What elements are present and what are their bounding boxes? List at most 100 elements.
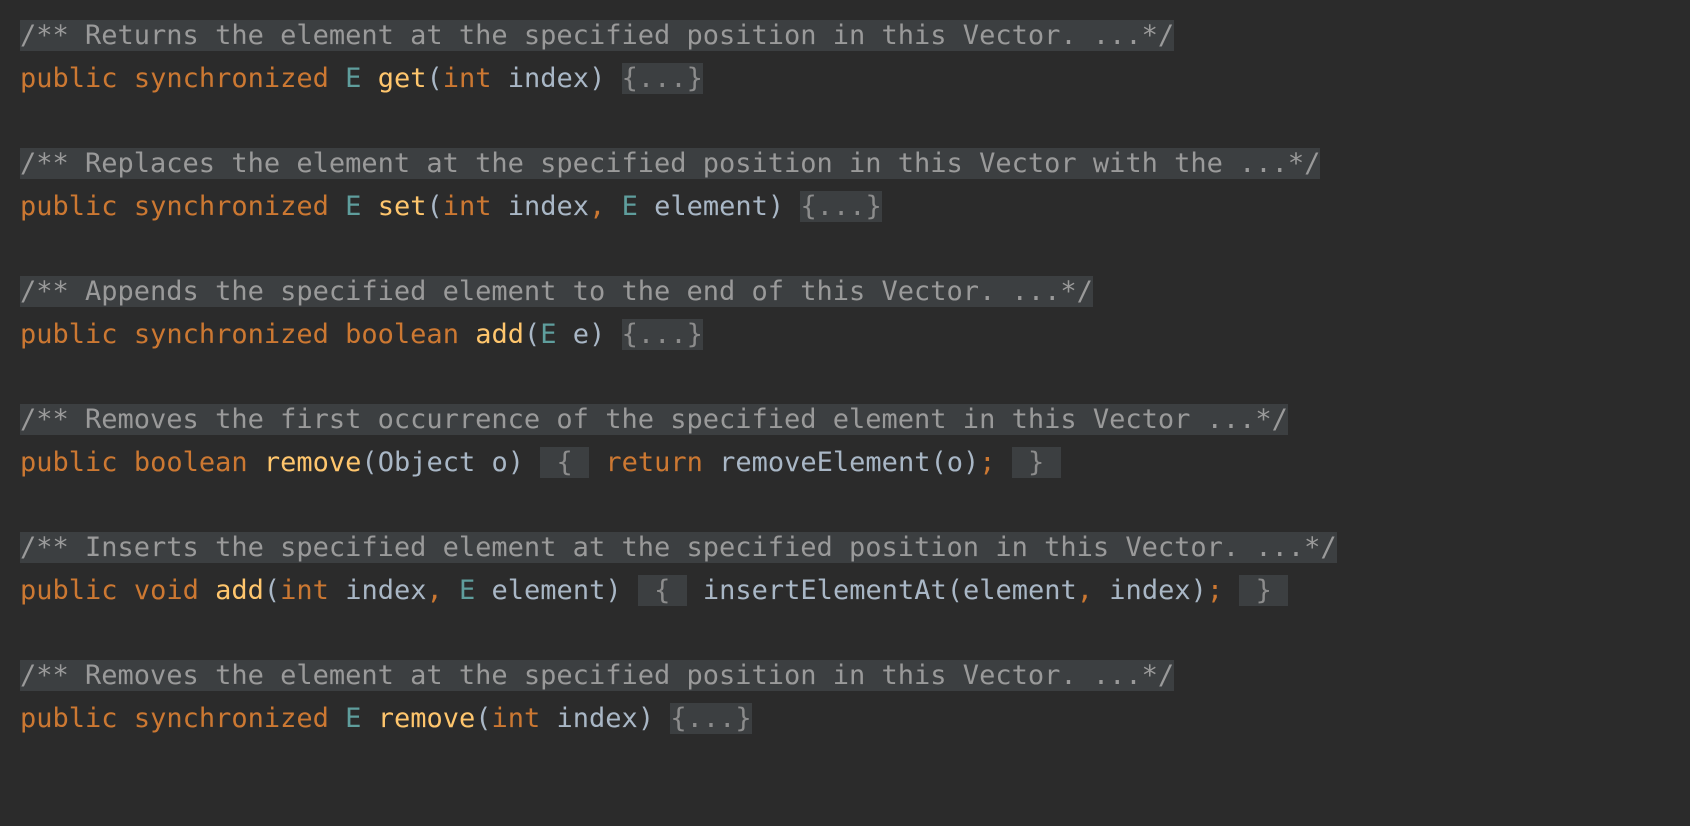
type-token: E: [621, 191, 638, 222]
folded-method-body[interactable]: {...}: [670, 703, 752, 734]
punctuation-token: ,: [426, 575, 443, 606]
code-line-method-declaration[interactable]: public synchronized E get(int index) {..…: [0, 57, 1690, 100]
type-token: E: [540, 319, 557, 350]
folded-javadoc-comment-line[interactable]: /** Replaces the element at the specifie…: [0, 142, 1690, 185]
folded-method-body[interactable]: {...}: [621, 319, 703, 350]
identifier-token: insertElementAt(element: [686, 575, 1077, 606]
folded-method-body[interactable]: {...}: [621, 63, 703, 94]
type-token: E: [459, 575, 476, 606]
identifier-token: [329, 191, 345, 222]
punctuation-token: ,: [589, 191, 606, 222]
type-token: E: [345, 191, 362, 222]
folded-javadoc-comment-line[interactable]: /** Appends the specified element to the…: [0, 270, 1690, 313]
keyword-token: boolean: [345, 319, 459, 350]
code-line-method-declaration[interactable]: public synchronized E remove(int index) …: [0, 697, 1690, 740]
code-line-method-declaration[interactable]: public synchronized E set(int index, E e…: [0, 185, 1690, 228]
code-line-method-declaration[interactable]: public void add(int index, E element) { …: [0, 569, 1690, 612]
folded-javadoc-text[interactable]: /** Replaces the element at the specifie…: [20, 148, 1321, 179]
identifier-token: (: [361, 447, 378, 478]
punctuation-token: ;: [1206, 575, 1224, 606]
identifier-token: (: [263, 575, 281, 606]
keyword-token: int: [491, 703, 541, 734]
code-line-blank[interactable]: [0, 484, 1690, 526]
keyword-token: int: [280, 575, 329, 606]
keyword-token: synchronized: [133, 319, 329, 350]
keyword-token: public: [20, 703, 118, 734]
keyword-token: synchronized: [133, 63, 329, 94]
identifier-token: ): [767, 191, 785, 222]
method-name-token: set: [377, 191, 427, 222]
identifier-token: [784, 191, 800, 222]
identifier-token: [524, 447, 540, 478]
method-name-token: add: [215, 575, 264, 606]
keyword-token: public: [20, 191, 118, 222]
folded-javadoc-comment-line[interactable]: /** Removes the element at the specified…: [0, 654, 1690, 697]
folded-javadoc-text[interactable]: /** Returns the element at the specified…: [20, 20, 1175, 51]
folded-brace[interactable]: {: [540, 447, 590, 478]
identifier-token: [995, 447, 1011, 478]
identifier-token: [118, 63, 134, 94]
identifier-token: [459, 319, 475, 350]
identifier-token: element: [475, 575, 606, 606]
identifier-token: [248, 447, 264, 478]
identifier-token: ): [589, 63, 606, 94]
identifier-token: (: [426, 191, 443, 222]
keyword-token: int: [442, 191, 492, 222]
folded-brace[interactable]: }: [1239, 575, 1289, 606]
code-line-method-declaration[interactable]: public synchronized boolean add(E e) {..…: [0, 313, 1690, 356]
keyword-token: public: [20, 63, 118, 94]
keyword-token: public: [20, 447, 118, 478]
identifier-token: [199, 575, 215, 606]
folded-javadoc-text[interactable]: /** Inserts the specified element at the…: [20, 532, 1337, 563]
identifier-token: removeElement(o): [702, 447, 980, 478]
identifier-token: [118, 447, 134, 478]
keyword-token: void: [133, 575, 199, 606]
folded-javadoc-comment-line[interactable]: /** Removes the first occurrence of the …: [0, 398, 1690, 441]
identifier-token: [443, 575, 459, 606]
keyword-token: boolean: [133, 447, 248, 478]
folded-javadoc-comment-line[interactable]: /** Inserts the specified element at the…: [0, 526, 1690, 569]
code-editor-pane[interactable]: /** Returns the element at the specified…: [0, 0, 1690, 826]
folded-method-body[interactable]: {...}: [800, 191, 882, 222]
identifier-token: element: [637, 191, 768, 222]
folded-brace[interactable]: }: [1011, 447, 1061, 478]
keyword-token: public: [20, 575, 118, 606]
identifier-token: [329, 319, 345, 350]
keyword-token: return: [605, 447, 703, 478]
type-token: E: [345, 703, 362, 734]
identifier-token: (: [426, 63, 443, 94]
identifier-token: ): [605, 575, 622, 606]
identifier-token: [1223, 575, 1239, 606]
punctuation-token: ;: [979, 447, 996, 478]
folded-javadoc-comment-line[interactable]: /** Returns the element at the specified…: [0, 14, 1690, 57]
code-line-blank[interactable]: [0, 612, 1690, 654]
identifier-token: [329, 63, 345, 94]
code-line-blank[interactable]: [0, 100, 1690, 142]
identifier-token: Object: [377, 447, 476, 478]
code-line-method-declaration[interactable]: public boolean remove(Object o) { return…: [0, 441, 1690, 484]
identifier-token: index: [328, 575, 427, 606]
code-line-blank[interactable]: [0, 228, 1690, 270]
identifier-token: [605, 191, 621, 222]
identifier-token: o: [475, 447, 508, 478]
identifier-token: index: [491, 191, 590, 222]
folded-brace[interactable]: {: [637, 575, 687, 606]
code-line-blank[interactable]: [0, 356, 1690, 398]
keyword-token: public: [20, 319, 118, 350]
identifier-token: [118, 319, 134, 350]
punctuation-token: ,: [1076, 575, 1094, 606]
identifier-token: [361, 63, 377, 94]
identifier-token: [118, 191, 134, 222]
identifier-token: ): [507, 447, 525, 478]
identifier-token: [654, 703, 670, 734]
method-name-token: remove: [377, 703, 476, 734]
identifier-token: index): [1093, 575, 1207, 606]
type-token: E: [345, 63, 362, 94]
folded-javadoc-text[interactable]: /** Appends the specified element to the…: [20, 276, 1093, 307]
folded-javadoc-text[interactable]: /** Removes the first occurrence of the …: [20, 404, 1288, 435]
identifier-token: [118, 575, 134, 606]
identifier-token: (: [475, 703, 492, 734]
folded-javadoc-text[interactable]: /** Removes the element at the specified…: [20, 660, 1175, 691]
identifier-token: ): [589, 319, 606, 350]
identifier-token: [622, 575, 638, 606]
